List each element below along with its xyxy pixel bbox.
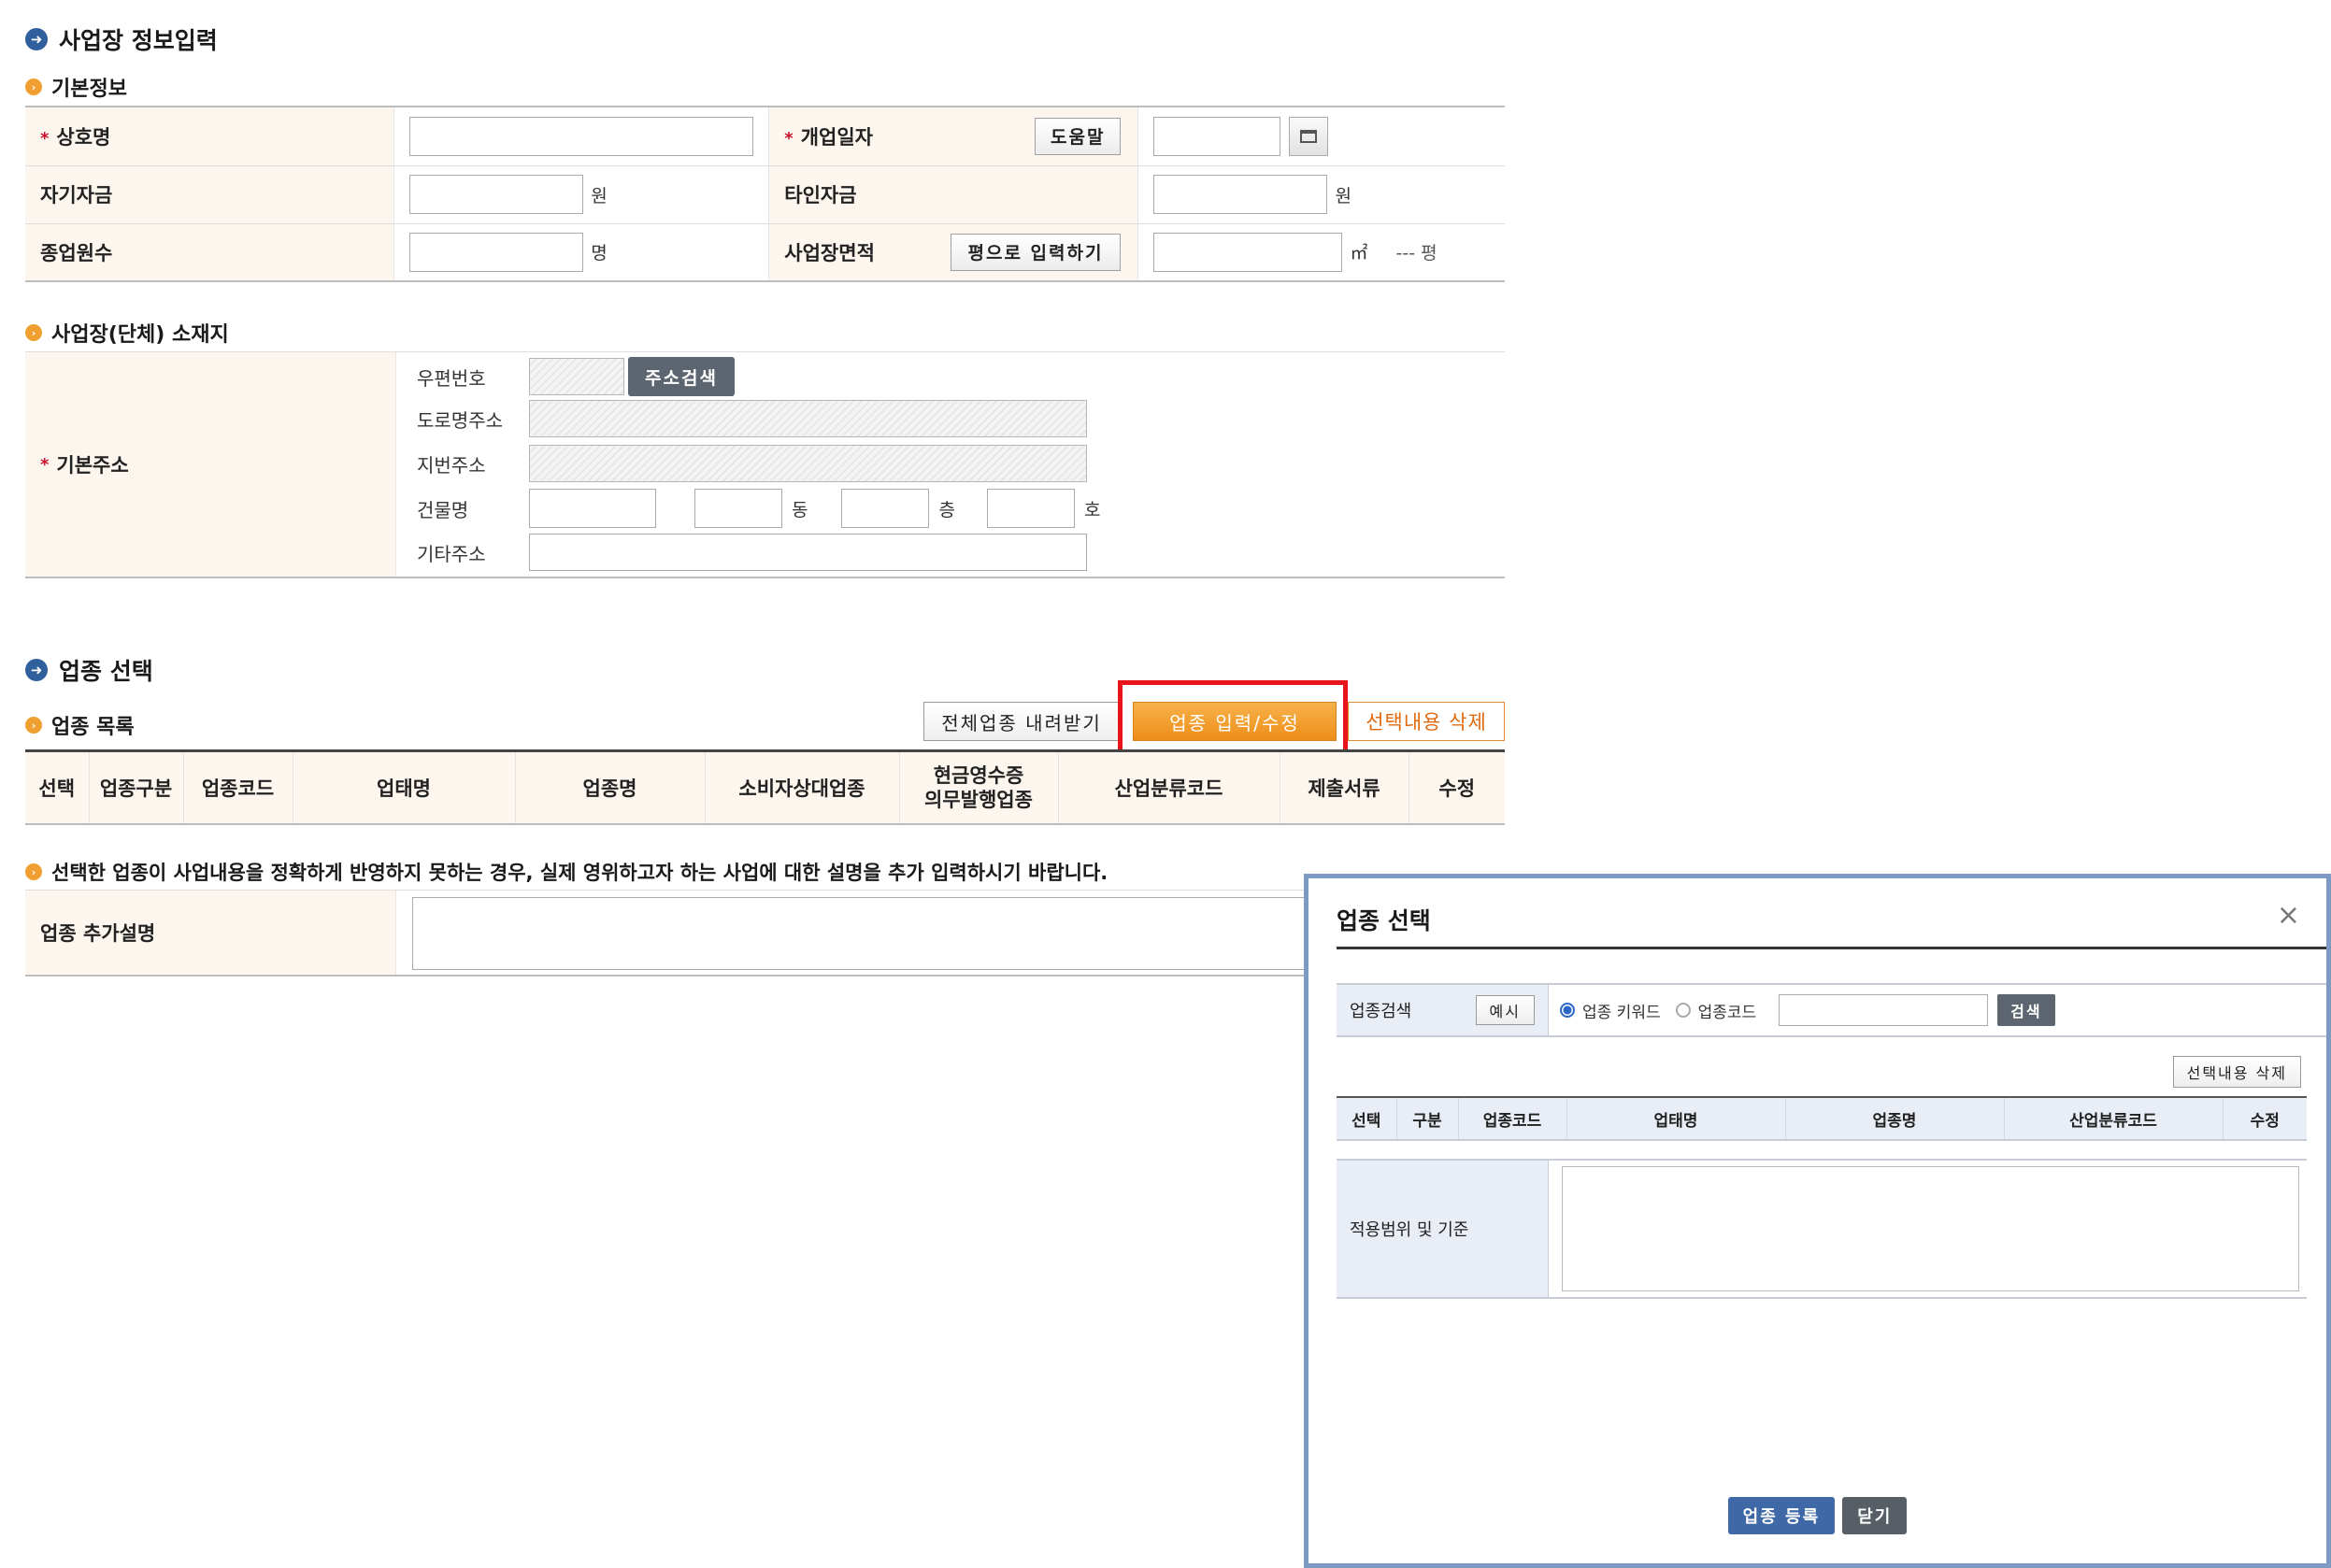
- col-code: 업종코드: [183, 749, 293, 825]
- modal-col-edit: 수정: [2223, 1096, 2307, 1141]
- industry-select-modal: 업종 선택 × 업종검색 예시 업종 키워드 업종코드 검색 선택내용 삭제 선…: [1304, 874, 2331, 1568]
- won-unit: 원: [591, 185, 608, 207]
- own-capital-label: 자기자금: [25, 165, 395, 224]
- lot-address-input[interactable]: [529, 445, 1087, 482]
- industry-list-table: 선택 업종구분 업종코드 업태명 업종명 소비자상대업종 현금영수증 의무발행업…: [25, 749, 1505, 825]
- modal-col-code: 업종코드: [1458, 1096, 1567, 1141]
- person-unit: 명: [591, 243, 608, 264]
- col-documents: 제출서류: [1280, 749, 1409, 825]
- modal-industry-table: 선택 구분 업종코드 업태명 업종명 산업분류코드 수정: [1337, 1096, 2307, 1141]
- col-business-type: 업태명: [293, 749, 516, 825]
- col-edit: 수정: [1409, 749, 1505, 825]
- radio-code-label: 업종코드: [1697, 1003, 1757, 1022]
- download-all-industries-button[interactable]: 전체업종 내려받기: [923, 702, 1120, 741]
- col-type: 업종구분: [89, 749, 184, 825]
- postcode-row: 우편번호 주소검색: [417, 357, 735, 396]
- etc-address-input[interactable]: [529, 534, 1087, 571]
- industry-list-title: › 업종 목록: [25, 710, 135, 740]
- location-section-title: › 사업장(단체) 소재지: [25, 318, 229, 348]
- modal-col-type: 구분: [1396, 1096, 1459, 1141]
- modal-footer: 업종 등록 닫기: [1309, 1497, 2326, 1534]
- arrow-circle-icon: ➜: [25, 659, 48, 681]
- business-name-label: * 상호명: [25, 106, 395, 166]
- sqm-unit: ㎡: [1350, 243, 1368, 264]
- modal-col-business-type: 업태명: [1566, 1096, 1786, 1141]
- extra-description-label: 업종 추가설명: [25, 891, 396, 975]
- building-row: 건물명 동 층 호: [417, 489, 1100, 528]
- col-consumer: 소비자상대업종: [705, 749, 900, 825]
- business-name-input[interactable]: [409, 116, 754, 156]
- ho-input[interactable]: [986, 489, 1075, 528]
- close-icon[interactable]: ×: [2277, 899, 2300, 932]
- example-button[interactable]: 예시: [1475, 995, 1535, 1025]
- own-capital-input[interactable]: [409, 175, 584, 214]
- register-industry-button[interactable]: 업종 등록: [1727, 1497, 1836, 1534]
- modal-delete-selected-button[interactable]: 선택내용 삭제: [2172, 1056, 2301, 1088]
- pyeong-input-button[interactable]: 평으로 입력하기: [950, 233, 1122, 271]
- radio-keyword-label: 업종 키워드: [1582, 1003, 1661, 1022]
- lot-address-row: 지번주소: [417, 445, 1087, 482]
- address-search-button[interactable]: 주소검색: [628, 357, 735, 396]
- arrow-circle-icon: ➜: [25, 28, 48, 50]
- modal-title: 업종 선택: [1337, 907, 1431, 934]
- employees-label: 종업원수: [25, 223, 395, 282]
- arrow-circle-icon: ›: [25, 324, 42, 341]
- modal-search-input[interactable]: [1779, 994, 1989, 1026]
- arrow-circle-icon: ›: [25, 717, 42, 734]
- modal-col-select: 선택: [1337, 1096, 1397, 1141]
- other-capital-label: 타인자금: [768, 165, 1139, 224]
- dong-input[interactable]: [694, 489, 782, 528]
- col-industry-name: 업종명: [515, 749, 706, 825]
- col-select: 선택: [25, 749, 90, 825]
- road-address-input[interactable]: [529, 400, 1087, 437]
- basic-section-title: › 기본정보: [25, 72, 127, 102]
- calendar-icon: [1300, 129, 1318, 143]
- col-cash-receipt: 현금영수증 의무발행업종: [899, 749, 1059, 825]
- notice-text: › 선택한 업종이 사업내용을 정확하게 반영하지 못하는 경우, 실제 영위하…: [25, 858, 1108, 886]
- open-date-label: * 개업일자 도움말: [768, 106, 1139, 166]
- base-address-label: * 기본주소: [25, 352, 396, 577]
- other-capital-input[interactable]: [1153, 175, 1328, 214]
- modal-title-rule: [1337, 947, 2326, 949]
- road-address-row: 도로명주소: [417, 400, 1087, 437]
- floor-input[interactable]: [841, 489, 930, 528]
- calendar-button[interactable]: [1289, 116, 1329, 156]
- arrow-circle-icon: ›: [25, 78, 42, 95]
- modal-criteria-row: 적용범위 및 기준: [1337, 1159, 2307, 1299]
- modal-close-button[interactable]: 닫기: [1842, 1497, 1908, 1534]
- arrow-circle-icon: ›: [25, 863, 42, 880]
- criteria-label: 적용범위 및 기준: [1337, 1161, 1549, 1297]
- page-title: ➜ 사업장 정보입력: [25, 22, 218, 56]
- won-unit: 원: [1335, 185, 1351, 207]
- modal-search-row: 업종검색 예시 업종 키워드 업종코드 검색: [1337, 983, 2326, 1037]
- open-date-input[interactable]: [1153, 116, 1281, 156]
- building-name-input[interactable]: [529, 489, 656, 528]
- modal-search-button[interactable]: 검색: [1997, 994, 2055, 1026]
- basic-info-table: * 상호명 * 개업일자 도움말 자기자금 원 타인자금 원 종업원수 명 사업장면…: [25, 106, 1505, 282]
- etc-address-row: 기타주소: [417, 534, 1087, 571]
- radio-keyword[interactable]: [1560, 1003, 1575, 1018]
- modal-col-class-code: 산업분류코드: [2004, 1096, 2224, 1141]
- col-industry-class-code: 산업분류코드: [1058, 749, 1280, 825]
- extra-description-row: 업종 추가설명: [25, 890, 1505, 976]
- industry-section-title: ➜ 업종 선택: [25, 653, 153, 687]
- area-label: 사업장면적 평으로 입력하기: [768, 223, 1139, 282]
- radio-code[interactable]: [1675, 1003, 1691, 1018]
- postcode-input[interactable]: [529, 358, 624, 395]
- employees-input[interactable]: [409, 232, 584, 272]
- pyeong-display: --- 평: [1395, 243, 1437, 264]
- modal-col-industry-name: 업종명: [1785, 1096, 2005, 1141]
- criteria-textarea[interactable]: [1562, 1166, 2299, 1291]
- area-input[interactable]: [1153, 232, 1343, 272]
- delete-selected-button[interactable]: 선택내용 삭제: [1348, 702, 1505, 741]
- help-button[interactable]: 도움말: [1035, 117, 1122, 155]
